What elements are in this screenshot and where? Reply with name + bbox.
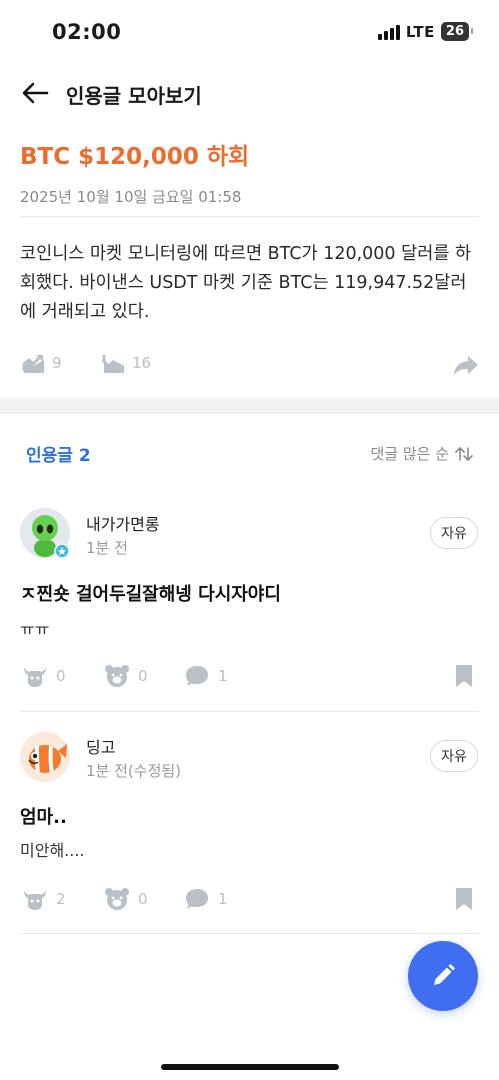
post-date: 2025년 10월 10일 금요일 01:58 (20, 188, 242, 206)
reply-button[interactable]: 1 (184, 664, 228, 688)
bull-button[interactable]: 2 (22, 887, 66, 911)
share-icon[interactable] (453, 354, 479, 380)
status-bar: 02:00 LTE 26 (0, 0, 499, 66)
write-button[interactable] (408, 941, 478, 1011)
comment-text: ㅠㅠ (20, 620, 50, 639)
status-time: 02:00 (52, 20, 122, 44)
divider (20, 711, 479, 712)
bull-count: 2 (56, 890, 66, 908)
reply-button[interactable]: 1 (184, 887, 228, 911)
comment-author[interactable]: 딩고 (86, 734, 115, 758)
bearish-button[interactable]: 16 (102, 352, 151, 374)
sort-label: 댓글 많은 순 (370, 445, 449, 463)
status-indicators: LTE 26 (377, 22, 474, 41)
signal-icon (377, 24, 400, 40)
quote-count: 인용글 2 (26, 446, 91, 466)
comment-actions: 2 0 1 (20, 887, 479, 915)
bearish-count: 16 (132, 354, 152, 372)
bullish-count: 9 (52, 354, 62, 372)
comment-actions: 0 0 1 (20, 664, 479, 692)
speech-bubble-icon (186, 889, 208, 909)
divider (20, 933, 479, 934)
page-title: 인용글 모아보기 (66, 84, 202, 108)
avatar[interactable] (20, 732, 70, 782)
back-arrow-icon[interactable] (20, 80, 50, 106)
comment-title: 엄마.. (20, 807, 67, 828)
category-tag[interactable]: 자유 (430, 517, 478, 549)
speech-bubble-icon (186, 666, 208, 686)
comment-item: 딩고 1분 전(수정됨) 자유 엄마.. 미안해.... 2 0 1 (0, 724, 499, 934)
bull-icon (24, 667, 46, 687)
comment-item: 내가가면롱 1분 전 자유 ㅈ찐숏 걸어두길잘해넹 다시자야디 ㅠㅠ 0 0 1 (0, 500, 499, 712)
section-separator (0, 398, 499, 414)
category-tag[interactable]: 자유 (430, 740, 478, 772)
bull-button[interactable]: 0 (22, 664, 66, 688)
battery-icon: 26 (440, 22, 474, 41)
comment-time: 1분 전 (86, 539, 128, 557)
bullish-button[interactable]: 9 (22, 352, 62, 374)
bull-count: 0 (56, 667, 66, 685)
comment-author[interactable]: 내가가면롱 (86, 511, 160, 535)
bookmark-icon[interactable] (455, 664, 473, 692)
divider (20, 216, 479, 217)
comment-title: ㅈ찐숏 걸어두길잘해넹 다시자야디 (20, 584, 281, 605)
comment-text: 미안해.... (20, 841, 85, 860)
bull-icon (24, 890, 46, 910)
pencil-icon (434, 964, 455, 985)
comment-time: 1분 전(수정됨) (86, 762, 182, 780)
top-nav: 인용글 모아보기 (0, 70, 499, 116)
post-body: 코인니스 마켓 모니터링에 따르면 BTC가 120,000 달러를 하회했다.… (20, 244, 472, 322)
reply-count: 1 (218, 667, 228, 685)
bear-button[interactable]: 0 (104, 664, 148, 688)
avatar[interactable] (20, 508, 70, 559)
bear-icon (105, 888, 129, 910)
quotes-header: 인용글 2 댓글 많은 순 (0, 438, 499, 468)
post-actions: 9 16 (20, 352, 479, 382)
bear-count: 0 (138, 667, 148, 685)
trend-up-icon (22, 355, 44, 373)
bear-button[interactable]: 0 (104, 887, 148, 911)
bear-icon (105, 665, 129, 687)
post-title: BTC $120,000 하회 (20, 144, 250, 170)
reply-count: 1 (218, 890, 228, 908)
network-label: LTE (405, 22, 435, 41)
trend-down-icon (102, 355, 124, 373)
home-indicator (161, 1064, 339, 1070)
bookmark-icon[interactable] (455, 887, 473, 915)
sort-icon (455, 446, 473, 461)
sort-button[interactable]: 댓글 많은 순 (370, 443, 473, 464)
bear-count: 0 (138, 890, 148, 908)
